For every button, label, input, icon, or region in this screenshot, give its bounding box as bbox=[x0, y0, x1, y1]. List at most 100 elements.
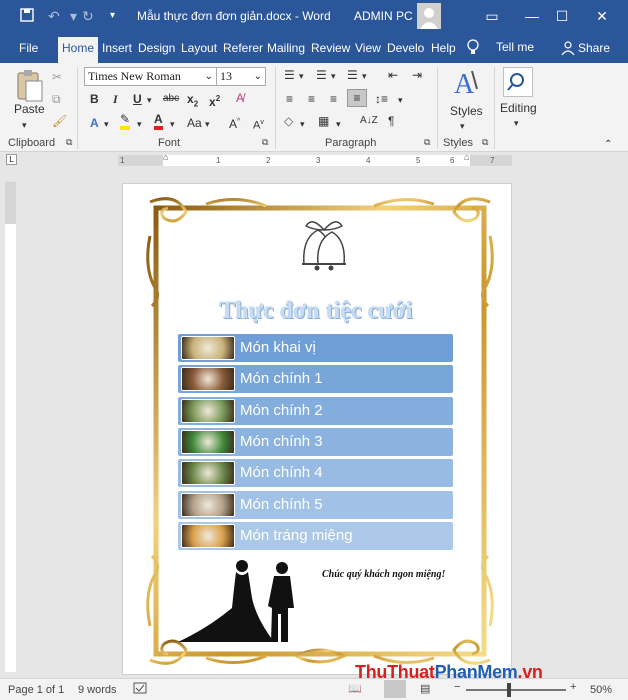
copy-icon[interactable]: ⧉ bbox=[52, 91, 61, 107]
highlight-icon[interactable]: ✎ bbox=[120, 113, 131, 130]
editing-button[interactable]: Editing bbox=[500, 100, 537, 116]
tab-mailings[interactable]: Mailing bbox=[267, 41, 305, 55]
save-icon[interactable] bbox=[20, 8, 34, 25]
change-case-icon[interactable]: Aa bbox=[187, 115, 202, 131]
tab-design[interactable]: Design bbox=[138, 41, 175, 55]
close-icon[interactable]: ✕ bbox=[590, 6, 614, 26]
horizontal-ruler[interactable]: 1 1 2 3 4 5 6 7 ⌂ ⌂ bbox=[118, 152, 512, 166]
bold-icon[interactable]: B bbox=[90, 91, 99, 107]
ribbon: Paste ▾ ✂ ⧉ 🖌 Clipboard ⧉ Times New Roma… bbox=[0, 63, 628, 152]
vertical-ruler[interactable] bbox=[5, 182, 16, 672]
undo-icon[interactable]: ↶ bbox=[48, 8, 60, 24]
line-spacing-icon[interactable]: ↕≡ bbox=[375, 91, 388, 107]
clipboard-launcher-icon[interactable]: ⧉ bbox=[66, 137, 72, 148]
italic-icon[interactable]: I bbox=[113, 91, 118, 107]
paste-dropdown-icon[interactable]: ▾ bbox=[22, 117, 27, 133]
zoom-slider-thumb[interactable] bbox=[507, 683, 512, 697]
tab-layout[interactable]: Layout bbox=[181, 41, 217, 55]
zoom-out-icon[interactable]: − bbox=[454, 681, 460, 693]
text-effects-dropdown-icon[interactable]: ▾ bbox=[104, 116, 109, 132]
read-mode-icon[interactable]: 📖 bbox=[348, 682, 362, 695]
tab-references[interactable]: Referer bbox=[223, 41, 263, 55]
align-center-icon[interactable]: ≡ bbox=[308, 91, 315, 107]
paragraph-launcher-icon[interactable]: ⧉ bbox=[424, 137, 430, 148]
justify-icon[interactable]: ≡ bbox=[347, 89, 367, 107]
tab-insert[interactable]: Insert bbox=[102, 41, 132, 55]
cut-icon[interactable]: ✂ bbox=[52, 69, 62, 85]
font-launcher-icon[interactable]: ⧉ bbox=[262, 137, 268, 148]
grow-font-icon[interactable]: A^ bbox=[229, 114, 240, 132]
zoom-level[interactable]: 50% bbox=[590, 684, 612, 696]
proofing-icon[interactable] bbox=[133, 682, 147, 699]
print-layout-icon[interactable] bbox=[384, 680, 406, 698]
tab-home[interactable]: Home bbox=[58, 37, 99, 63]
strikethrough-icon[interactable]: abc bbox=[163, 91, 179, 107]
undo-dropdown-icon[interactable]: ▾ bbox=[70, 8, 77, 24]
tell-me-search[interactable]: Tell me bbox=[496, 40, 534, 54]
customize-qat-icon[interactable]: ▾ bbox=[110, 8, 115, 24]
chevron-down-icon[interactable]: ⌄ bbox=[254, 68, 262, 85]
editing-dropdown-icon[interactable]: ▾ bbox=[514, 115, 519, 131]
paste-icon[interactable] bbox=[14, 69, 44, 103]
align-right-icon[interactable]: ≡ bbox=[330, 91, 337, 107]
underline-dropdown-icon[interactable]: ▾ bbox=[147, 92, 152, 108]
font-name-combo[interactable]: Times New Roman ⌄ bbox=[84, 67, 217, 86]
collapse-ribbon-icon[interactable]: ⌃ bbox=[604, 137, 612, 153]
styles-launcher-icon[interactable]: ⧉ bbox=[482, 137, 488, 148]
change-case-dropdown-icon[interactable]: ▾ bbox=[205, 116, 210, 132]
sort-icon[interactable]: A↓Z bbox=[360, 113, 378, 129]
user-name[interactable]: ADMIN PC bbox=[354, 9, 413, 23]
tab-selector-icon[interactable]: L bbox=[6, 154, 17, 165]
redo-icon[interactable]: ↻ bbox=[82, 8, 94, 24]
tab-review[interactable]: Review bbox=[311, 41, 350, 55]
shading-dropdown-icon[interactable]: ▾ bbox=[300, 116, 305, 132]
text-effects-icon[interactable]: A bbox=[90, 115, 99, 131]
multilevel-dropdown-icon[interactable]: ▾ bbox=[362, 68, 367, 84]
web-layout-icon[interactable]: ▤ bbox=[420, 682, 430, 695]
word-count[interactable]: 9 words bbox=[78, 684, 117, 696]
zoom-in-icon[interactable]: + bbox=[570, 681, 576, 693]
borders-dropdown-icon[interactable]: ▾ bbox=[336, 116, 341, 132]
font-color-dropdown-icon[interactable]: ▾ bbox=[170, 116, 175, 132]
numbering-icon[interactable]: ☰ bbox=[316, 67, 327, 83]
borders-icon[interactable]: ▦ bbox=[318, 113, 329, 129]
tab-view[interactable]: View bbox=[355, 41, 381, 55]
shading-icon[interactable]: ◇ bbox=[284, 113, 293, 129]
bullets-dropdown-icon[interactable]: ▾ bbox=[299, 68, 304, 84]
right-indent-icon[interactable]: ⌂ bbox=[464, 152, 469, 163]
zoom-slider[interactable] bbox=[466, 689, 566, 691]
multilevel-list-icon[interactable]: ☰ bbox=[347, 67, 358, 83]
format-painter-icon[interactable]: 🖌 bbox=[52, 113, 67, 129]
minimize-icon[interactable]: — bbox=[520, 6, 544, 26]
superscript-icon[interactable]: x2 bbox=[209, 91, 220, 110]
align-left-icon[interactable]: ≡ bbox=[286, 91, 293, 107]
ribbon-display-icon[interactable]: ▭ bbox=[480, 6, 504, 26]
page-count[interactable]: Page 1 of 1 bbox=[8, 684, 64, 696]
show-marks-icon[interactable]: ¶ bbox=[388, 113, 394, 129]
subscript-icon[interactable]: x2 bbox=[187, 91, 198, 112]
styles-icon[interactable]: A bbox=[450, 67, 480, 101]
indent-marker-icon[interactable]: ⌂ bbox=[163, 152, 168, 163]
tab-developer[interactable]: Develo bbox=[387, 41, 424, 55]
avatar[interactable] bbox=[417, 3, 441, 29]
clear-formatting-icon[interactable]: A̸ bbox=[236, 90, 244, 106]
increase-indent-icon[interactable]: ⇥ bbox=[412, 67, 422, 83]
tab-help[interactable]: Help bbox=[431, 41, 456, 55]
share-button[interactable]: Share bbox=[578, 41, 610, 55]
chevron-down-icon[interactable]: ⌄ bbox=[205, 68, 213, 85]
maximize-icon[interactable]: ☐ bbox=[550, 6, 574, 26]
styles-dropdown-icon[interactable]: ▾ bbox=[460, 118, 465, 134]
highlight-dropdown-icon[interactable]: ▾ bbox=[137, 116, 142, 132]
font-color-icon[interactable]: A bbox=[154, 113, 163, 130]
numbering-dropdown-icon[interactable]: ▾ bbox=[331, 68, 336, 84]
line-spacing-dropdown-icon[interactable]: ▾ bbox=[398, 92, 403, 108]
decrease-indent-icon[interactable]: ⇤ bbox=[388, 67, 398, 83]
underline-icon[interactable]: U bbox=[133, 91, 142, 107]
tab-file[interactable]: File bbox=[19, 41, 38, 55]
font-size-combo[interactable]: 13 ⌄ bbox=[216, 67, 266, 86]
search-icon[interactable] bbox=[503, 67, 533, 97]
paste-button[interactable]: Paste bbox=[14, 101, 45, 117]
bullets-icon[interactable]: ☰ bbox=[284, 67, 295, 83]
shrink-font-icon[interactable]: Av bbox=[253, 115, 264, 134]
styles-button[interactable]: Styles bbox=[450, 103, 483, 119]
